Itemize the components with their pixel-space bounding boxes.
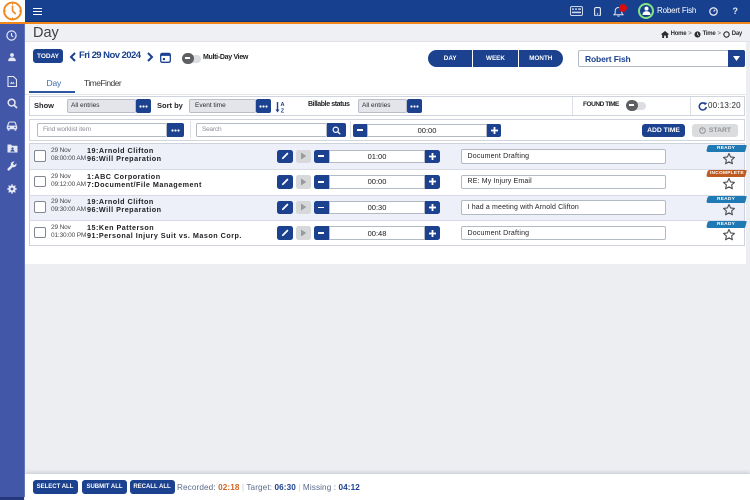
svg-text:Z: Z [280, 109, 284, 114]
svg-text:A: A [280, 102, 284, 108]
